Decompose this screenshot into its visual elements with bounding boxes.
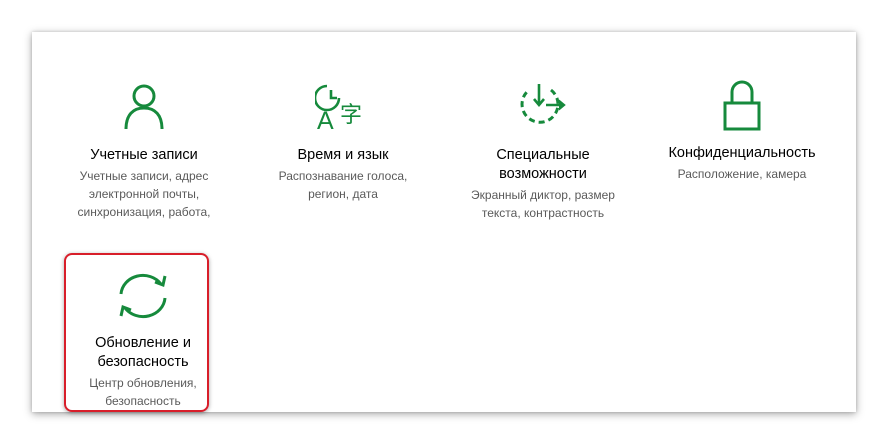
screenshot-canvas: Учетные записи Учетные записи, адрес эле… bbox=[0, 0, 889, 447]
tile-accounts[interactable]: Учетные записи Учетные записи, адрес эле… bbox=[64, 82, 224, 221]
ease-of-access-icon bbox=[520, 84, 566, 124]
lock-icon bbox=[723, 80, 761, 131]
settings-panel: Учетные записи Учетные записи, адрес эле… bbox=[32, 32, 856, 412]
tile-update-security[interactable]: Обновление и безопасность Центр обновлен… bbox=[68, 270, 218, 410]
tile-accounts-desc: Учетные записи, адрес электронной почты,… bbox=[77, 169, 211, 219]
tile-privacy[interactable]: Конфиденциальность Расположение, камера bbox=[657, 80, 827, 183]
tile-update-security-desc: Центр обновления, безопасность bbox=[89, 376, 197, 408]
tile-ease-of-access-desc: Экранный диктор, размер текста, контраст… bbox=[471, 188, 615, 220]
time-language-icon: A 字 bbox=[315, 84, 362, 132]
tile-privacy-desc: Расположение, камера bbox=[677, 167, 807, 181]
tile-ease-of-access[interactable]: Специальные возможности Экранный диктор,… bbox=[458, 82, 628, 222]
sync-icon bbox=[119, 273, 167, 319]
tile-ease-of-access-title: Специальные возможности bbox=[496, 147, 590, 182]
tile-accounts-title: Учетные записи bbox=[90, 147, 198, 163]
person-icon bbox=[124, 84, 164, 130]
tile-time-language[interactable]: A 字 Время и язык Распознавание голоса, р… bbox=[263, 82, 423, 203]
svg-text:字: 字 bbox=[340, 103, 362, 128]
tile-time-language-desc: Распознавание голоса, регион, дата bbox=[278, 169, 408, 201]
tile-privacy-title: Конфиденциальность bbox=[668, 145, 816, 161]
tile-update-security-title: Обновление и безопасность bbox=[95, 335, 191, 370]
tile-time-language-title: Время и язык bbox=[297, 147, 389, 163]
svg-text:A: A bbox=[317, 107, 334, 132]
